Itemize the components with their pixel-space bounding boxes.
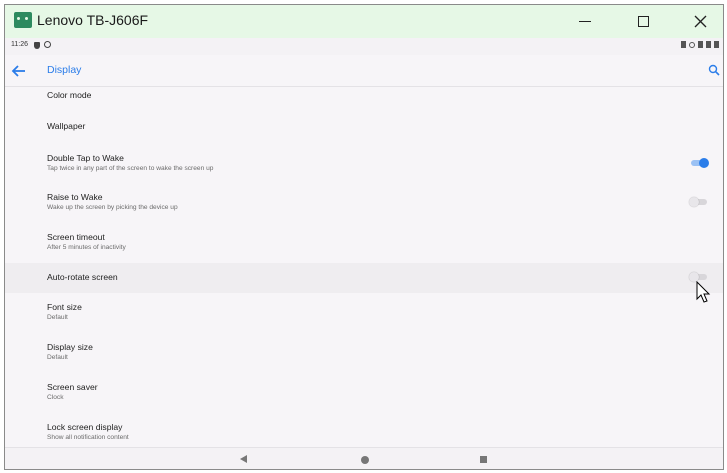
close-icon — [694, 15, 706, 28]
setting-lock-screen-display[interactable]: Lock screen display Show all notificatio… — [5, 413, 723, 447]
setting-subtitle: Wake up the screen by picking the device… — [47, 204, 178, 211]
navigation-bar — [5, 447, 723, 469]
setting-title: Wallpaper — [47, 121, 86, 131]
setting-double-tap-to-wake[interactable]: Double Tap to Wake Tap twice in any part… — [5, 149, 723, 187]
setting-subtitle: Default — [47, 354, 68, 361]
setting-screen-timeout[interactable]: Screen timeout After 5 minutes of inacti… — [5, 227, 723, 263]
nav-recents-icon[interactable] — [480, 456, 487, 463]
setting-screen-saver[interactable]: Screen saver Clock — [5, 373, 723, 413]
maximize-button[interactable] — [623, 5, 663, 38]
minimize-icon — [579, 21, 591, 22]
page-title: Display — [47, 64, 82, 76]
minimize-button[interactable] — [565, 5, 605, 38]
status-time: 11:26 — [11, 41, 28, 48]
setting-subtitle: Show all notification content — [47, 434, 129, 441]
nav-home-icon[interactable] — [361, 456, 369, 464]
setting-title: Auto-rotate screen — [47, 272, 118, 282]
setting-wallpaper[interactable]: Wallpaper — [5, 113, 723, 149]
setting-display-size[interactable]: Display size Default — [5, 333, 723, 373]
setting-auto-rotate-screen[interactable]: Auto-rotate screen — [5, 263, 723, 293]
status-bar: 11:26 — [5, 38, 723, 55]
setting-subtitle: After 5 minutes of inactivity — [47, 244, 126, 251]
setting-color-mode[interactable]: Color mode — [5, 87, 723, 113]
close-button[interactable] — [680, 5, 720, 38]
bluetooth-icon — [681, 41, 686, 48]
app-bar: Display — [5, 55, 723, 87]
wifi-icon — [706, 41, 711, 48]
window-titlebar[interactable]: Lenovo TB-J606F — [5, 5, 723, 38]
setting-font-size[interactable]: Font size Default — [5, 293, 723, 333]
setting-subtitle: Default — [47, 314, 68, 321]
battery-icon — [714, 41, 719, 48]
setting-title: Lock screen display — [47, 422, 123, 432]
status-icons — [681, 41, 719, 48]
setting-raise-to-wake[interactable]: Raise to Wake Wake up the screen by pick… — [5, 187, 723, 227]
setting-title: Double Tap to Wake — [47, 153, 124, 163]
shield-icon — [34, 42, 40, 49]
android-app-icon — [14, 12, 32, 28]
window-title: Lenovo TB-J606F — [37, 12, 149, 28]
mouse-cursor-icon — [696, 281, 711, 303]
dnd-icon — [689, 41, 695, 48]
vibrate-icon — [698, 41, 703, 48]
setting-title: Display size — [47, 342, 93, 352]
sync-icon — [44, 41, 51, 48]
setting-title: Screen saver — [47, 382, 98, 392]
back-arrow-icon[interactable] — [11, 63, 27, 79]
setting-title: Color mode — [47, 90, 92, 100]
setting-title: Screen timeout — [47, 232, 105, 242]
setting-subtitle: Clock — [47, 394, 64, 401]
raise-to-wake-toggle[interactable] — [689, 196, 709, 208]
maximize-icon — [637, 16, 649, 27]
device-window: Lenovo TB-J606F 11:26 Display Color mode… — [4, 4, 724, 470]
setting-title: Font size — [47, 302, 82, 312]
nav-back-icon[interactable] — [240, 455, 247, 463]
setting-subtitle: Tap twice in any part of the screen to w… — [47, 165, 214, 172]
double-tap-toggle[interactable] — [689, 157, 709, 169]
setting-title: Raise to Wake — [47, 192, 103, 202]
search-icon[interactable] — [708, 64, 720, 76]
